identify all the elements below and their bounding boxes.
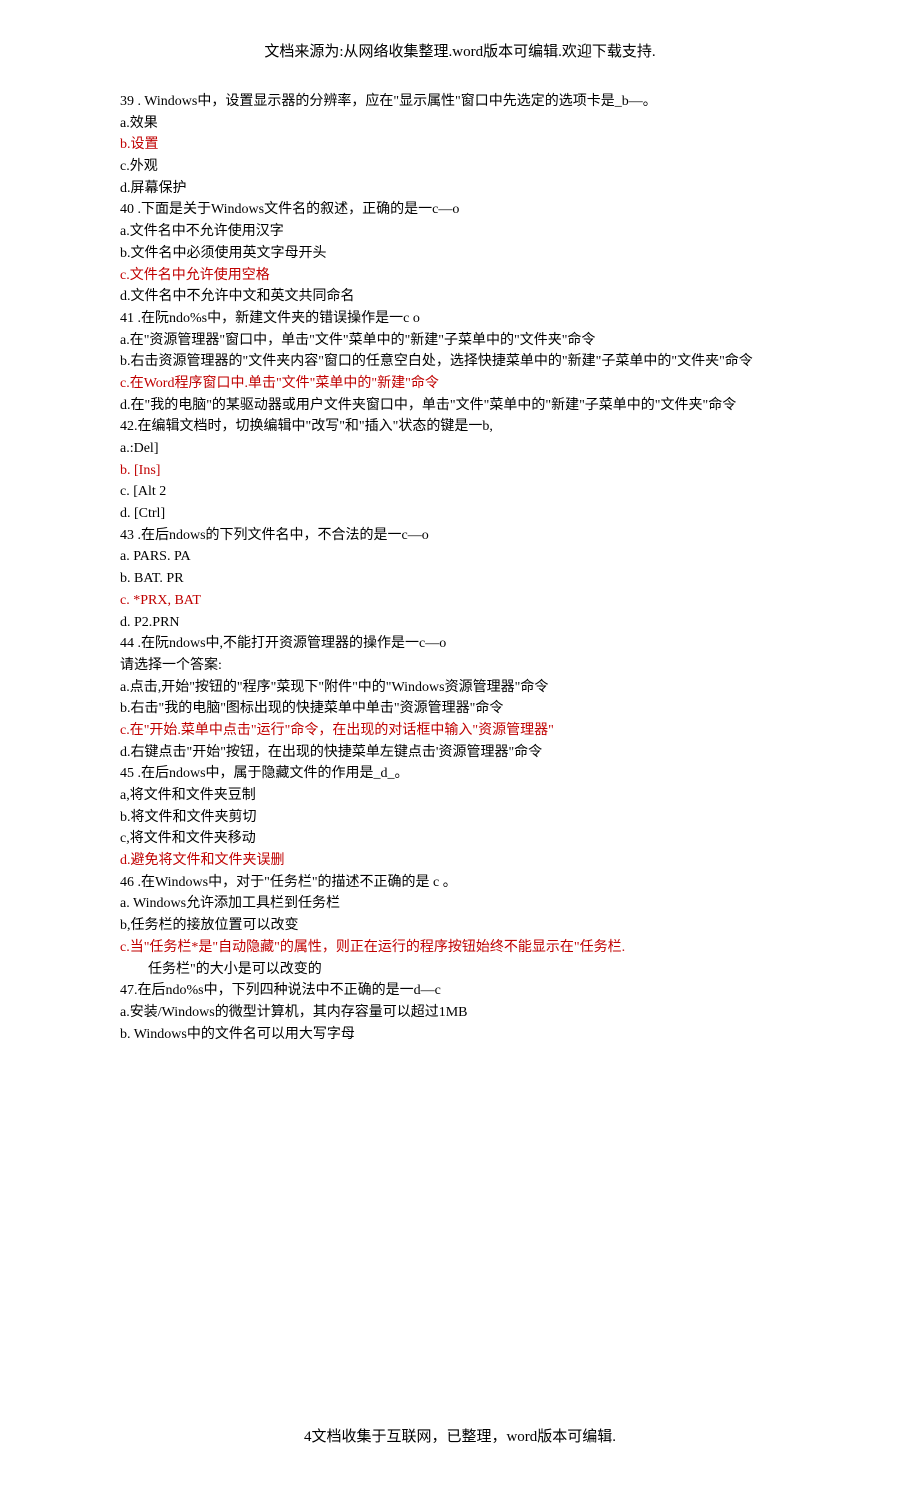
text-line: b.设置 bbox=[120, 134, 800, 156]
text-line: c.在"开始.菜单中点击"运行"命令，在出现的对话框中输入"资源管理器" bbox=[120, 720, 800, 742]
text-line: 41 .在阮ndo%s中，新建文件夹的错误操作是一c o bbox=[120, 308, 800, 330]
text-line: b. Windows中的文件名可以用大写字母 bbox=[120, 1024, 800, 1046]
text-line: b.将文件和文件夹剪切 bbox=[120, 807, 800, 829]
text-line: b,任务栏的接放位置可以改变 bbox=[120, 915, 800, 937]
text-line: 43 .在后ndows的下列文件名中，不合法的是一c—o bbox=[120, 525, 800, 547]
text-line: 46 .在Windows中，对于"任务栏"的描述不正确的是 c 。 bbox=[120, 872, 800, 894]
text-line: c.文件名中允许使用空格 bbox=[120, 265, 800, 287]
text-line: c.在Word程序窗口中.单击"文件"菜单中的"新建"命令 bbox=[120, 373, 800, 395]
text-line: d.在"我的电脑"的某驱动器或用户文件夹窗口中，单击"文件"菜单中的"新建"子菜… bbox=[120, 395, 800, 417]
text-line: 45 .在后ndows中，属于隐藏文件的作用是_d_。 bbox=[120, 763, 800, 785]
text-line: b. BAT. PR bbox=[120, 568, 800, 590]
text-line: b.文件名中必须使用英文字母开头 bbox=[120, 243, 800, 265]
text-line: a.效果 bbox=[120, 113, 800, 135]
text-line: b.右击"我的电脑"图标出现的快捷菜单中单击"资源管理器"命令 bbox=[120, 698, 800, 720]
text-line: a.在"资源管理器"窗口中，单击"文件"菜单中的"新建"子菜单中的"文件夹"命令 bbox=[120, 330, 800, 352]
text-line: 请选择一个答案: bbox=[120, 655, 800, 677]
text-line: a,将文件和文件夹豆制 bbox=[120, 785, 800, 807]
text-line: d. P2.PRN bbox=[120, 612, 800, 634]
text-line: 任务栏"的大小是可以改变的 bbox=[120, 959, 800, 981]
text-line: b. [Ins] bbox=[120, 460, 800, 482]
text-line: a. PARS. PA bbox=[120, 546, 800, 568]
text-line: a.安装/Windows的微型计算机，其内存容量可以超过1MB bbox=[120, 1002, 800, 1024]
page-header: 文档来源为:从网络收集整理.word版本可编辑.欢迎下载支持. bbox=[120, 40, 800, 61]
text-line: 42.在编辑文档时，切换编辑中"改写"和"插入"状态的键是一b, bbox=[120, 416, 800, 438]
text-line: 47.在后ndo%s中，下列四种说法中不正确的是一d—c bbox=[120, 980, 800, 1002]
text-line: a.:Del] bbox=[120, 438, 800, 460]
text-line: d. [Ctrl] bbox=[120, 503, 800, 525]
document-page: 文档来源为:从网络收集整理.word版本可编辑.欢迎下载支持. 39 . Win… bbox=[0, 0, 920, 1506]
text-line: b.右击资源管理器的"文件夹内容"窗口的任意空白处，选择快捷菜单中的"新建"子菜… bbox=[120, 351, 800, 373]
text-line: c,将文件和文件夹移动 bbox=[120, 828, 800, 850]
text-line: 39 . Windows中，设置显示器的分辨率，应在"显示属性"窗口中先选定的选… bbox=[120, 91, 800, 113]
text-line: a.点击,开始"按钮的"程序"菜现下"附件"中的"Windows资源管理器"命令 bbox=[120, 677, 800, 699]
text-line: a.文件名中不允许使用汉字 bbox=[120, 221, 800, 243]
text-line: c. *PRX, BAT bbox=[120, 590, 800, 612]
text-line: d.避免将文件和文件夹误删 bbox=[120, 850, 800, 872]
text-line: c. [Alt 2 bbox=[120, 481, 800, 503]
page-footer: 4文档收集于互联网，已整理，word版本可编辑. bbox=[120, 1425, 800, 1446]
text-line: 40 .下面是关于Windows文件名的叙述，正确的是一c—o bbox=[120, 199, 800, 221]
text-line: 44 .在阮ndows中,不能打开资源管理器的操作是一c—o bbox=[120, 633, 800, 655]
text-line: a. Windows允许添加工具栏到任务栏 bbox=[120, 893, 800, 915]
text-line: c.外观 bbox=[120, 156, 800, 178]
text-line: d.右键点击"开始"按钮，在出现的快捷菜单左键点击'资源管理器"命令 bbox=[120, 742, 800, 764]
text-line: d.屏幕保护 bbox=[120, 178, 800, 200]
document-body: 39 . Windows中，设置显示器的分辨率，应在"显示属性"窗口中先选定的选… bbox=[120, 91, 800, 1045]
text-line: c.当"任务栏*是"自动隐藏"的属性，则正在运行的程序按钮始终不能显示在"任务栏… bbox=[120, 937, 800, 959]
text-line: d.文件名中不允许中文和英文共同命名 bbox=[120, 286, 800, 308]
